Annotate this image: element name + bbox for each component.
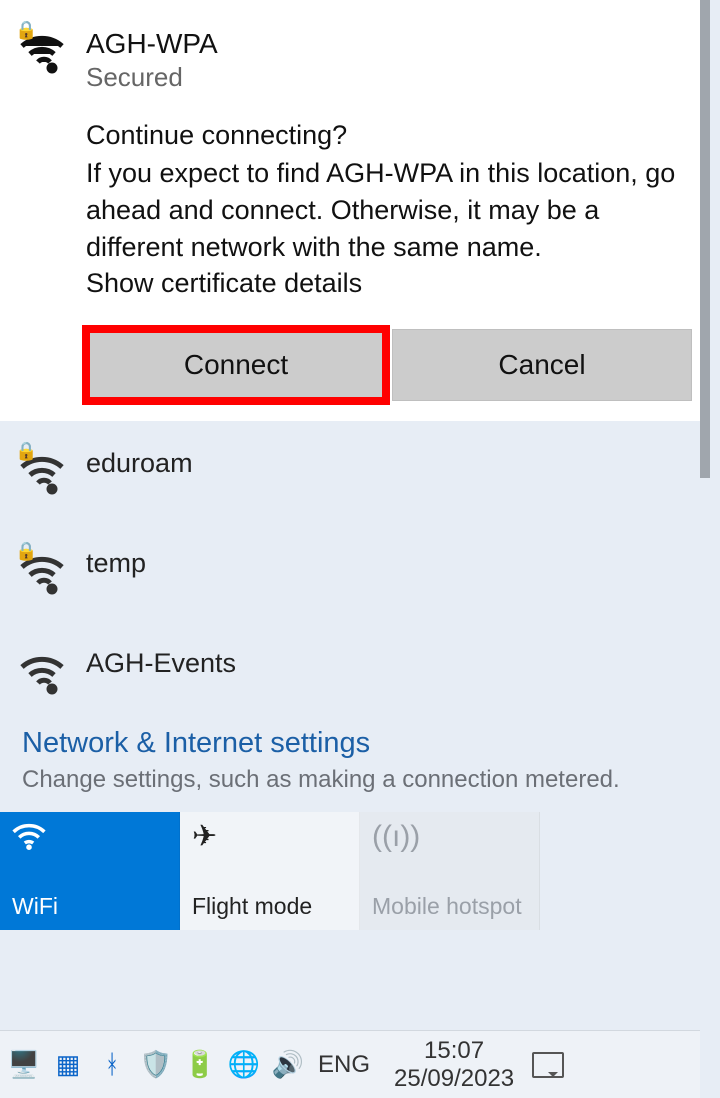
wifi-secured-icon: 🔒 bbox=[18, 547, 66, 595]
lock-icon: 🔒 bbox=[15, 441, 37, 462]
language-indicator[interactable]: ENG bbox=[312, 1051, 376, 1079]
scrollbar[interactable] bbox=[700, 0, 710, 478]
wifi-secured-icon: 🔒 bbox=[18, 447, 66, 495]
network-item[interactable]: 🔒 eduroam bbox=[0, 421, 710, 521]
lock-icon: 🔒 bbox=[15, 541, 37, 562]
settings-description: Change settings, such as making a connec… bbox=[22, 766, 688, 794]
hotspot-tile-label: Mobile hotspot bbox=[372, 893, 527, 920]
network-settings-link[interactable]: Network & Internet settings Change setti… bbox=[0, 721, 710, 812]
selected-network-status: Secured bbox=[86, 61, 692, 94]
cancel-button[interactable]: Cancel bbox=[392, 329, 692, 401]
hotspot-tile[interactable]: ((ı)) Mobile hotspot bbox=[360, 812, 540, 930]
wifi-tile-label: WiFi bbox=[12, 893, 167, 920]
tray-app-icon[interactable]: ▦ bbox=[54, 1051, 82, 1079]
flight-mode-tile[interactable]: ✈ Flight mode bbox=[180, 812, 360, 930]
tray-network-icon[interactable]: 🌐 bbox=[230, 1051, 258, 1079]
connect-button[interactable]: Connect bbox=[86, 329, 386, 401]
tray-security-icon[interactable]: 🛡️ bbox=[142, 1051, 170, 1079]
network-name: AGH-Events bbox=[86, 647, 692, 681]
lock-icon: 🔒 bbox=[15, 20, 37, 41]
selected-network-name: AGH-WPA bbox=[86, 26, 692, 61]
prompt-body: If you expect to find AGH-WPA in this lo… bbox=[86, 155, 692, 267]
tray-monitor-icon[interactable]: 🖥️ bbox=[10, 1051, 38, 1079]
settings-title: Network & Internet settings bbox=[22, 727, 688, 760]
airplane-icon: ✈ bbox=[192, 822, 347, 858]
clock-date: 25/09/2023 bbox=[394, 1065, 514, 1093]
tray-bluetooth-icon[interactable]: ᚼ bbox=[98, 1051, 126, 1079]
flight-tile-label: Flight mode bbox=[192, 893, 347, 920]
tray-battery-icon[interactable]: 🔋 bbox=[186, 1051, 214, 1079]
prompt-title: Continue connecting? bbox=[86, 120, 692, 151]
hotspot-icon: ((ı)) bbox=[372, 822, 527, 858]
wifi-secured-icon: 🔒 bbox=[18, 26, 66, 74]
wifi-tile[interactable]: WiFi bbox=[0, 812, 180, 930]
clock[interactable]: 15:07 25/09/2023 bbox=[386, 1037, 522, 1092]
selected-network-card: 🔒 AGH-WPA Secured Continue connecting? I… bbox=[0, 0, 710, 421]
clock-time: 15:07 bbox=[394, 1037, 514, 1065]
network-name: temp bbox=[86, 547, 692, 581]
show-certificate-link[interactable]: Show certificate details bbox=[86, 268, 692, 299]
taskbar: 🖥️ ▦ ᚼ 🛡️ 🔋 🌐 🔊 ENG 15:07 25/09/2023 bbox=[0, 1030, 700, 1098]
network-item[interactable]: 🔒 temp bbox=[0, 521, 710, 621]
wifi-open-icon bbox=[18, 647, 66, 695]
network-name: eduroam bbox=[86, 447, 692, 481]
wifi-icon bbox=[12, 822, 167, 858]
network-item[interactable]: AGH-Events bbox=[0, 621, 710, 721]
action-center-icon[interactable] bbox=[532, 1052, 564, 1078]
tray-volume-icon[interactable]: 🔊 bbox=[274, 1051, 302, 1079]
